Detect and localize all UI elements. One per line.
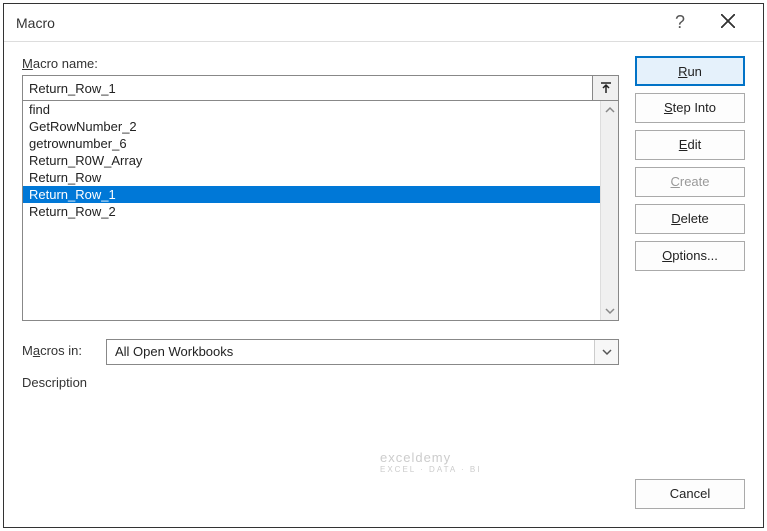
button-column: Run Step Into Edit Create Delete Options…	[635, 56, 745, 509]
list-item[interactable]: Return_Row	[23, 169, 600, 186]
macros-in-row: Macros in: All Open Workbooks	[22, 339, 619, 365]
close-button[interactable]	[703, 14, 753, 32]
spacer	[635, 278, 745, 472]
scrollbar[interactable]	[600, 101, 618, 320]
list-item[interactable]: GetRowNumber_2	[23, 118, 600, 135]
scroll-down-icon[interactable]	[601, 302, 618, 320]
description-label: Description	[22, 375, 619, 390]
main-column: Macro name: findGetRowNumber_2getrownumb…	[22, 56, 635, 509]
list-item[interactable]: find	[23, 101, 600, 118]
titlebar: Macro ?	[4, 4, 763, 42]
chevron-down-icon	[594, 340, 618, 364]
list-item[interactable]: Return_Row_2	[23, 203, 600, 220]
goto-reference-button[interactable]	[593, 75, 619, 101]
options-button[interactable]: Options...	[635, 241, 745, 271]
help-button[interactable]: ?	[657, 12, 703, 33]
macros-in-value: All Open Workbooks	[107, 340, 594, 364]
macro-name-row	[22, 75, 619, 101]
dialog-title: Macro	[16, 15, 657, 31]
run-button[interactable]: Run	[635, 56, 745, 86]
scroll-track[interactable]	[601, 119, 618, 302]
list-item[interactable]: Return_Row_1	[23, 186, 600, 203]
list-item[interactable]: Return_R0W_Array	[23, 152, 600, 169]
macro-name-input[interactable]	[22, 75, 593, 101]
close-icon	[721, 16, 735, 31]
delete-button[interactable]: Delete	[635, 204, 745, 234]
dialog-body: Macro name: findGetRowNumber_2getrownumb…	[4, 42, 763, 527]
macros-in-select[interactable]: All Open Workbooks	[106, 339, 619, 365]
list-item[interactable]: getrownumber_6	[23, 135, 600, 152]
macro-list[interactable]: findGetRowNumber_2getrownumber_6Return_R…	[23, 101, 600, 320]
macro-dialog: Macro ? Macro name: findGetRowNumber_2ge…	[3, 3, 764, 528]
cancel-button[interactable]: Cancel	[635, 479, 745, 509]
create-button: Create	[635, 167, 745, 197]
macro-list-wrap: findGetRowNumber_2getrownumber_6Return_R…	[22, 101, 619, 321]
edit-button[interactable]: Edit	[635, 130, 745, 160]
macros-in-label: Macros in:	[22, 343, 106, 358]
arrow-up-bar-icon	[599, 81, 613, 95]
cancel-row: Cancel	[635, 479, 745, 509]
scroll-up-icon[interactable]	[601, 101, 618, 119]
step-into-button[interactable]: Step Into	[635, 93, 745, 123]
macro-name-label: Macro name:	[22, 56, 619, 71]
